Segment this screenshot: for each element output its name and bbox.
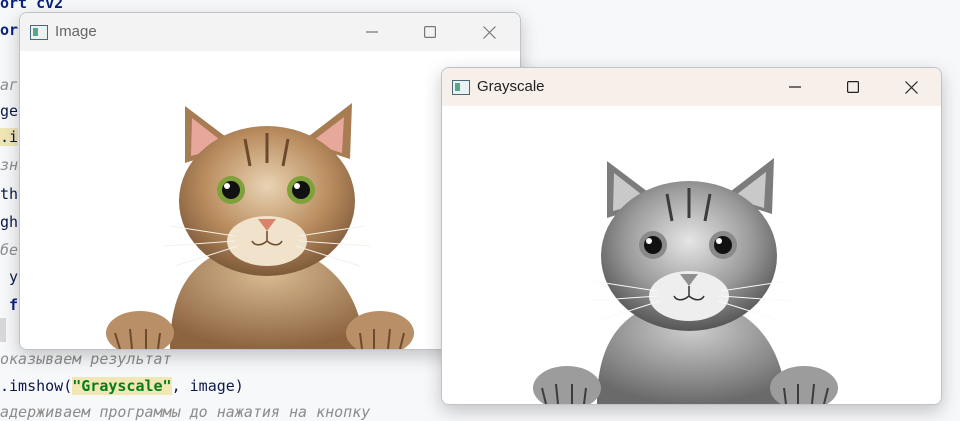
grayscale-window[interactable]: Grayscale <box>441 67 942 405</box>
close-icon <box>482 25 496 39</box>
code-line-3: ge <box>0 102 19 120</box>
minimize-button[interactable] <box>772 68 818 106</box>
code-line-1: ort cv2 <box>0 0 64 12</box>
code-line-comment-2: зн <box>0 156 19 174</box>
minimize-icon <box>789 86 801 88</box>
code-imshow-prefix: .imshow( <box>0 377 73 395</box>
app-window-icon <box>452 80 470 95</box>
maximize-button[interactable] <box>407 13 453 51</box>
image-window-titlebar[interactable]: Image <box>20 13 520 51</box>
close-icon <box>904 80 918 94</box>
indent-guide <box>0 318 6 342</box>
code-line-comment-1: аг <box>0 76 19 94</box>
code-line-comment-3: бе <box>0 241 19 259</box>
window-title: Grayscale <box>477 78 545 95</box>
code-line-2: or <box>0 21 19 39</box>
grayscale-window-titlebar[interactable]: Grayscale <box>442 68 941 106</box>
code-line-4: .i <box>0 128 19 146</box>
maximize-button[interactable] <box>830 68 876 106</box>
code-line-8: f <box>0 296 19 314</box>
code-line-5: th <box>0 185 19 203</box>
close-button[interactable] <box>466 13 512 51</box>
window-title: Image <box>55 23 97 40</box>
grayscale-canvas <box>442 106 941 404</box>
code-line-6: gh <box>0 213 19 231</box>
app-window-icon <box>30 25 48 40</box>
code-line-comment-5: адерживаем программы до нажатия на кнопк… <box>0 403 371 421</box>
code-line-comment-4: оказываем результат <box>0 350 172 368</box>
maximize-icon <box>424 26 436 38</box>
code-string-grayscale: "Grayscale" <box>72 377 172 395</box>
minimize-icon <box>366 31 378 33</box>
code-imshow-suffix: , image) <box>171 377 244 395</box>
cat-grayscale-image <box>533 158 838 404</box>
close-button[interactable] <box>888 68 934 106</box>
code-line-7: y <box>0 268 19 286</box>
maximize-icon <box>847 81 859 93</box>
code-line-imshow: .imshow("Grayscale", image) <box>0 377 244 395</box>
minimize-button[interactable] <box>349 13 395 51</box>
